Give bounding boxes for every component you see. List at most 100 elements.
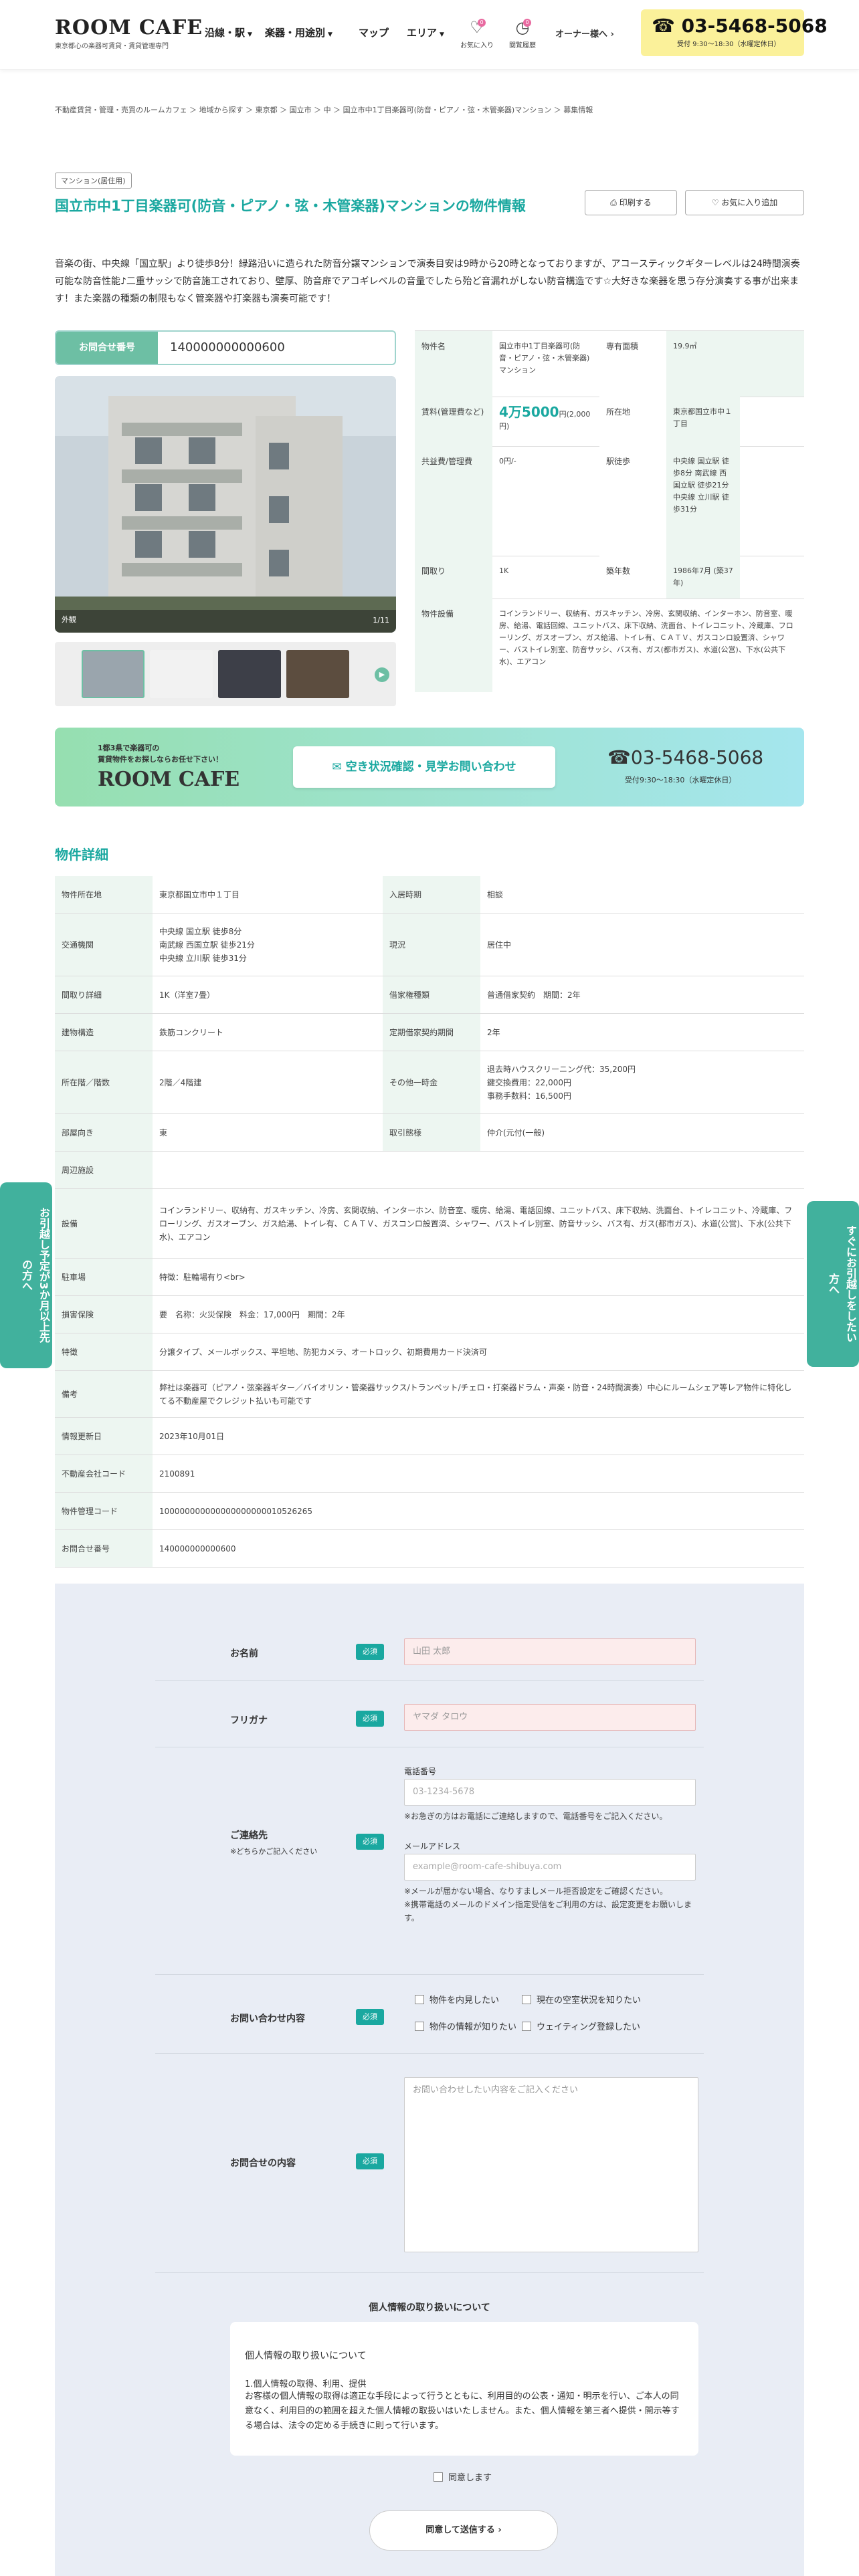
detail-value: 分譲タイプ、メールボックス、平坦地、防犯カメラ、オートロック、初期費用カード決済… [159, 1347, 487, 1357]
detail-label: 現況 [383, 914, 480, 976]
detail-value: 退去時ハウスクリーニング代：35,200円 鍵交換費用：22,000円 事務手数… [487, 1064, 636, 1101]
detail-value: 鉄筋コンクリート [159, 1027, 224, 1037]
option-checkbox[interactable]: ウェイティング登録したい [522, 2020, 640, 2032]
thumbnail[interactable] [150, 650, 213, 698]
detail-value: 居住中 [487, 940, 512, 950]
property-photo[interactable]: 外観 1/11 [55, 376, 396, 633]
tel-input[interactable]: 03-1234-5678 [404, 1779, 696, 1806]
next-arrow-icon[interactable]: ▶ [375, 667, 389, 682]
detail-row: 不動産会社コード 2100891 [55, 1455, 804, 1493]
detail-row: 損害保険要 名称：火災保険 料金：17,000円 期間：2年 [55, 1296, 804, 1333]
detail-row: 備考 弊社は楽器可（ピアノ・弦楽器ギター／バイオリン・管楽器サックス/トランペット… [55, 1371, 804, 1418]
add-favorite-button[interactable]: ♡ お気に入り追加 [685, 190, 804, 215]
owner-link[interactable]: オーナー様へ › [555, 27, 614, 39]
phone-icon: ☎ [607, 746, 631, 768]
email-input[interactable]: example@room-cafe-shibuya.com [404, 1854, 696, 1881]
kana-input[interactable]: ヤマダ タロウ [404, 1704, 696, 1731]
nav-line-station[interactable]: 沿線・駅 ▼ [205, 25, 252, 39]
option-checkbox[interactable]: 物件の情報が知りたい [415, 2020, 516, 2032]
detail-label: 借家権種類 [383, 976, 480, 1013]
detail-label: 建物構造 [55, 1014, 153, 1051]
option-checkbox[interactable]: 物件を内見したい [415, 1993, 499, 2006]
detail-value: 弊社は楽器可（ピアノ・弦楽器ギター／バイオリン・管楽器サックス/トランペット/チ… [159, 1382, 792, 1406]
page-title: 国立市中1丁目楽器可(防音・ピアノ・弦・木管楽器)マンションの物件情報 [55, 198, 526, 214]
detail-value: 2年 [487, 1027, 500, 1037]
detail-row: お問合せ番号 140000000000600 [55, 1530, 804, 1568]
detail-value: コインランドリー、収納有、ガスキッチン、冷房、玄関収納、インターホン、防音室、暖… [159, 1205, 793, 1242]
phone-icon: ☎ [652, 15, 675, 37]
detail-value: 2023年10月01日 [159, 1431, 225, 1441]
banner-phone[interactable]: ☎03-5468-5068 [607, 746, 763, 768]
detail-value: 2100891 [159, 1469, 195, 1479]
thumbnail[interactable] [286, 650, 349, 698]
detail-value: 要 名称：火災保険 料金：17,000円 期間：2年 [159, 1309, 345, 1319]
detail-value: 東 [159, 1128, 168, 1138]
name-input[interactable]: 山田 太郎 [404, 1638, 696, 1665]
detail-label: 定期借家契約期間 [383, 1014, 480, 1051]
detail-label: 取引態様 [383, 1114, 480, 1151]
photo-thumbnails: ▶ [55, 642, 396, 706]
agree-checkbox[interactable]: 同意します [434, 2470, 492, 2483]
logo-subtitle: 東京都心の楽器可賃貸・賃貸管理専門 [55, 43, 169, 50]
detail-label: 間取り詳細 [55, 976, 153, 1013]
side-tab-later[interactable]: お引越し予定が3か月以上先の方へ [0, 1182, 52, 1368]
nav-area[interactable]: エリア ▼ [407, 25, 444, 39]
detail-row: 設備 コインランドリー、収納有、ガスキッチン、冷房、玄関収納、インターホン、防音室… [55, 1189, 804, 1259]
detail-row: 物件所在地 東京都国立市中１丁目 入居時期 相談 [55, 876, 804, 914]
detail-label: 設備 [55, 1189, 153, 1258]
inquiry-number-box: お問合せ番号 140000000000600 [55, 330, 396, 365]
detail-label: 不動産会社コード [55, 1455, 153, 1492]
printer-icon: ⎙ [610, 198, 617, 207]
submit-button[interactable]: 同意して送信する › [369, 2510, 558, 2551]
detail-label: 損害保険 [55, 1296, 153, 1333]
privacy-box[interactable]: 個人情報の取り扱いについて 1.個人情報の取得、利用、提供 お客様の個人情報の取… [230, 2322, 698, 2456]
detail-value: 1K（洋室7畳） [159, 990, 215, 1000]
thumbnail[interactable] [218, 650, 281, 698]
inquiry-cta-button[interactable]: ✉ 空き状況確認・見学お問い合わせ [293, 746, 555, 788]
detail-value: 東京都国立市中１丁目 [159, 889, 240, 899]
detail-row: 交通機関 中央線 国立駅 徒歩8分 南武線 西国立駅 徒歩21分 中央線 立川駅 … [55, 914, 804, 976]
favorites-link[interactable]: ♡ 0 お気に入り [457, 17, 497, 49]
side-tab-soon[interactable]: すぐにお引越しをしたい方へ [807, 1201, 859, 1367]
history-link[interactable]: ◷ 0 閲覧履歴 [502, 17, 543, 49]
inquiry-form: お名前 必須 山田 太郎 フリガナ 必須 ヤマダ タロウ ご連絡先 ※どちらかご… [55, 1584, 804, 2576]
heart-icon: ♡ 0 [466, 17, 488, 37]
detail-label: 周辺施設 [55, 1152, 153, 1188]
detail-row: 所在階／階数 2階／4階建 その他一時金 退去時ハウスクリーニング代：35,200円 … [55, 1051, 804, 1114]
detail-value: 普通借家契約 期間：2年 [487, 990, 581, 1000]
detail-label: その他一時金 [383, 1051, 480, 1113]
nav-instrument[interactable]: 楽器・用途別 ▼ [265, 25, 332, 39]
photo-counter: 1/11 [373, 616, 389, 625]
detail-label: 所在階／階数 [55, 1051, 153, 1113]
mail-icon: ✉ [332, 760, 342, 774]
history-icon: ◷ 0 [511, 17, 534, 37]
details-table: 物件所在地 東京都国立市中１丁目 入居時期 相談交通機関 中央線 国立駅 徒歩8分 南武… [55, 876, 804, 1568]
detail-label: 部屋向き [55, 1114, 153, 1151]
detail-row: 駐車場 特徴：駐輪場有り<br> [55, 1259, 804, 1296]
details-title: 物件詳細 [55, 847, 108, 863]
detail-value: 相談 [487, 889, 504, 899]
message-textarea[interactable]: お問い合わせしたい内容をご記入ください [404, 2077, 698, 2252]
contact-banner: 1都3県で楽器可の 賃貸物件をお探しならお任せ下さい！ ROOM CAFE ✉ 空… [55, 728, 804, 807]
banner-logo: ROOM CAFE [98, 768, 240, 791]
detail-label: 物件所在地 [55, 876, 153, 913]
detail-label: 入居時期 [383, 876, 480, 913]
nav-map[interactable]: マップ [359, 25, 389, 39]
summary-table: 物件名 国立市中1丁目楽器可(防音・ピアノ・弦・木管楽器)マンション 専有面積 … [415, 330, 804, 692]
detail-label: 駐車場 [55, 1259, 153, 1295]
property-type-tag: マンション(居住用) [55, 173, 132, 189]
header-phone[interactable]: ☎ 03-5468-5068 受付 9:30〜18:30（水曜定休日） [641, 9, 828, 56]
option-checkbox[interactable]: 現在の空室状況を知りたい [522, 1993, 641, 2006]
detail-row: 建物構造 鉄筋コンクリート 定期借家契約期間 2年 [55, 1014, 804, 1051]
site-header: ROOM CAFE 東京都心の楽器可賃貸・賃貸管理専門 沿線・駅 ▼ 楽器・用途別… [0, 0, 859, 70]
print-button[interactable]: ⎙ 印刷する [585, 190, 677, 215]
detail-label: 備考 [55, 1371, 153, 1417]
site-logo[interactable]: ROOM CAFE [55, 16, 203, 39]
breadcrumb[interactable]: 不動産賃貸・管理・売買のルームカフェ ＞ 地域から探す ＞ 東京都 ＞ 国立市 … [55, 104, 593, 115]
thumbnail[interactable] [82, 650, 145, 698]
detail-row: 部屋向き東 取引態様 仲介(元付(一般) [55, 1114, 804, 1152]
detail-row: 周辺施設 [55, 1152, 804, 1189]
detail-label: 物件管理コード [55, 1493, 153, 1529]
detail-value: 140000000000600 [159, 1543, 236, 1553]
detail-value [153, 1152, 804, 1188]
